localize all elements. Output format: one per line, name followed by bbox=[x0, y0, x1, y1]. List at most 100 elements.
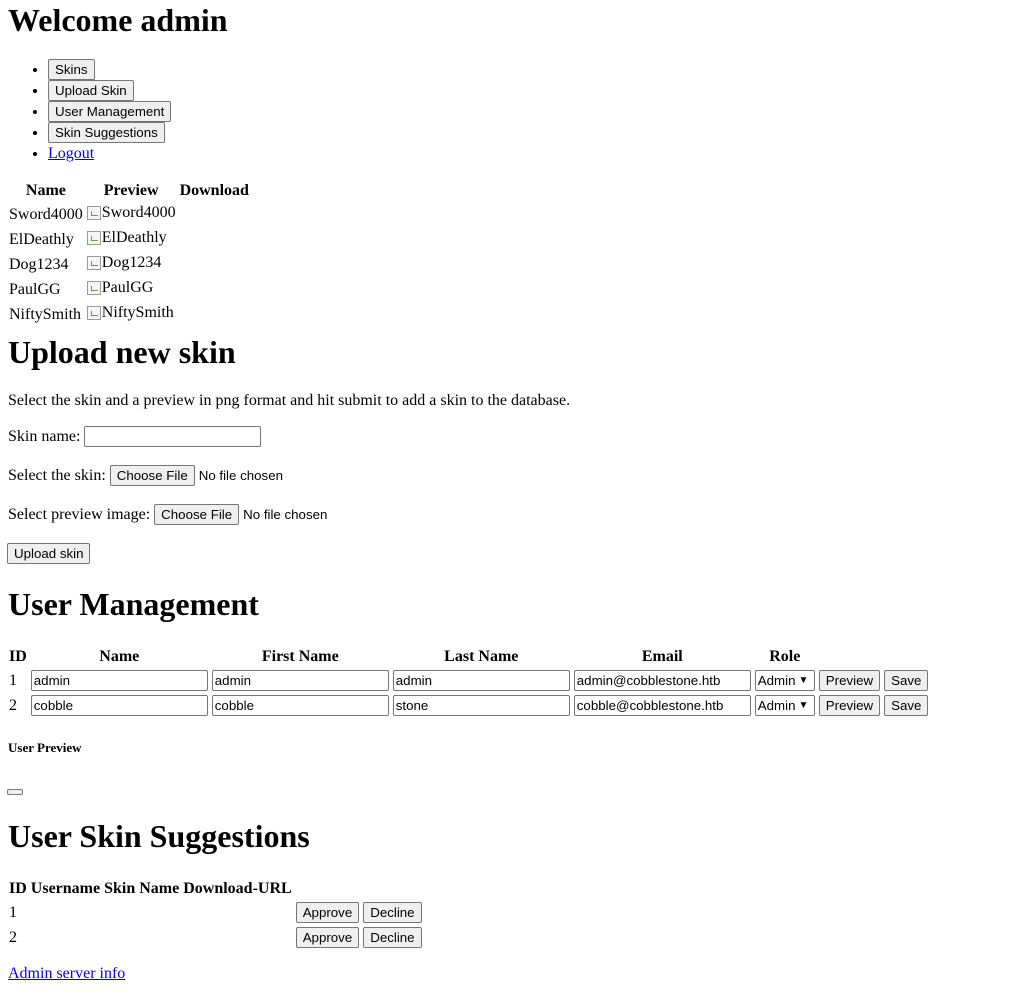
broken-image-icon bbox=[86, 306, 101, 320]
user-first-name-input[interactable] bbox=[211, 695, 389, 716]
skin-name: Sword4000 bbox=[9, 205, 83, 223]
col-name: Name bbox=[99, 648, 140, 665]
suggestions-header-row: ID Username Skin Name Download-URL bbox=[8, 879, 423, 899]
skin-name-row: Skin name: bbox=[8, 426, 262, 447]
skin-choose-file-button[interactable]: Choose File bbox=[109, 465, 195, 486]
table-row: ElDeathly ElDeathly bbox=[8, 228, 250, 251]
nav-item-suggestions: Skin Suggestions bbox=[48, 122, 171, 143]
upload-skin-submit-button[interactable]: Upload skin bbox=[7, 543, 91, 564]
skin-name-label: Skin name: bbox=[8, 427, 81, 445]
user-name-input[interactable] bbox=[30, 670, 208, 691]
skin-file-label: Select the skin: bbox=[8, 466, 106, 484]
col-skin-name: Skin Name bbox=[104, 880, 180, 897]
suggestion-id: 1 bbox=[9, 903, 17, 921]
skin-download bbox=[179, 253, 250, 276]
skin-name-input[interactable] bbox=[84, 426, 262, 447]
skins-table: Name Preview Download Sword4000 Sword400… bbox=[6, 179, 252, 328]
table-row: Sword4000 Sword4000 bbox=[8, 203, 250, 226]
logout-link[interactable]: Logout bbox=[48, 145, 94, 162]
upload-description: Select the skin and a preview in png for… bbox=[8, 392, 571, 409]
decline-button[interactable]: Decline bbox=[363, 927, 422, 948]
broken-image-icon bbox=[86, 231, 101, 245]
user-role-select[interactable]: Admin ▼ bbox=[754, 695, 815, 716]
decline-button[interactable]: Decline bbox=[363, 902, 422, 923]
chevron-down-icon: ▼ bbox=[798, 675, 809, 686]
approve-button[interactable]: Approve bbox=[295, 927, 360, 948]
col-username: Username bbox=[30, 880, 101, 897]
user-role-select[interactable]: Admin ▼ bbox=[754, 670, 815, 691]
col-email: Email bbox=[641, 648, 683, 665]
chevron-down-icon: ▼ bbox=[798, 700, 809, 711]
suggestions-title: User Skin Suggestions bbox=[8, 818, 310, 854]
preview-file-status: No file chosen bbox=[243, 507, 328, 522]
nav-item-users: User Management bbox=[48, 101, 172, 122]
table-row: PaulGG PaulGG bbox=[8, 278, 250, 301]
suggestion-id: 2 bbox=[9, 928, 17, 946]
skins-header-row: Name Preview Download bbox=[8, 181, 250, 201]
admin-server-info-link[interactable]: Admin server info bbox=[8, 965, 125, 983]
table-row: Dog1234 Dog1234 bbox=[8, 253, 250, 276]
skin-preview: PaulGG bbox=[86, 278, 177, 301]
skin-name: PaulGG bbox=[9, 280, 61, 298]
user-email-input[interactable] bbox=[573, 670, 751, 691]
col-name: Name bbox=[25, 182, 66, 199]
skin-suggestions-button[interactable]: Skin Suggestions bbox=[48, 122, 165, 143]
user-preview-title: User Preview bbox=[8, 740, 82, 755]
users-header-row: ID Name First Name Last Name Email Role bbox=[8, 647, 929, 667]
upload-skin-button[interactable]: Upload Skin bbox=[48, 80, 134, 101]
preview-file-row: Select preview image: Choose File No fil… bbox=[8, 504, 327, 525]
broken-image-icon bbox=[86, 206, 101, 220]
preview-file-label: Select preview image: bbox=[8, 505, 151, 523]
col-last-name: Last Name bbox=[444, 648, 519, 665]
user-management-button[interactable]: User Management bbox=[48, 101, 172, 122]
col-role: Role bbox=[769, 648, 801, 665]
user-id: 1 bbox=[9, 671, 17, 689]
col-download: Download bbox=[179, 182, 249, 199]
page-title: Welcome admin bbox=[8, 2, 228, 38]
user-save-button[interactable]: Save bbox=[884, 670, 929, 691]
table-row: 2 Admin▼ Preview Save bbox=[8, 694, 929, 717]
skin-preview: Sword4000 bbox=[86, 203, 177, 226]
skin-download bbox=[179, 228, 250, 251]
user-preview-button[interactable]: Preview bbox=[818, 670, 881, 691]
user-preview-empty-button[interactable] bbox=[7, 789, 23, 795]
user-last-name-input[interactable] bbox=[392, 670, 570, 691]
preview-choose-file-button[interactable]: Choose File bbox=[154, 504, 240, 525]
skin-name: Dog1234 bbox=[9, 255, 69, 273]
approve-button[interactable]: Approve bbox=[295, 902, 360, 923]
suggestions-table: ID Username Skin Name Download-URL 1 App… bbox=[6, 877, 425, 951]
skin-download bbox=[179, 303, 250, 326]
col-preview: Preview bbox=[103, 182, 159, 199]
skin-preview: NiftySmith bbox=[86, 303, 177, 326]
skin-name: ElDeathly bbox=[9, 230, 74, 248]
nav-item-logout: Logout bbox=[48, 143, 171, 164]
broken-image-icon bbox=[86, 256, 101, 270]
col-id: ID bbox=[9, 648, 27, 665]
nav-item-upload: Upload Skin bbox=[48, 80, 171, 101]
user-save-button[interactable]: Save bbox=[884, 695, 929, 716]
col-id: ID bbox=[9, 880, 27, 897]
user-id: 2 bbox=[9, 696, 17, 714]
skins-button[interactable]: Skins bbox=[48, 59, 95, 80]
main-nav: Skins Upload Skin User Management Skin S… bbox=[8, 59, 172, 164]
user-email-input[interactable] bbox=[573, 695, 751, 716]
nav-item-skins: Skins bbox=[48, 59, 171, 80]
skin-file-row: Select the skin: Choose File No file cho… bbox=[8, 465, 283, 486]
user-first-name-input[interactable] bbox=[211, 670, 389, 691]
broken-image-icon bbox=[86, 281, 101, 295]
skin-preview: Dog1234 bbox=[86, 253, 177, 276]
user-name-input[interactable] bbox=[30, 695, 208, 716]
skin-file-status: No file chosen bbox=[198, 468, 283, 483]
skin-name: NiftySmith bbox=[9, 305, 82, 323]
user-last-name-input[interactable] bbox=[392, 695, 570, 716]
table-row: 2 Approve Decline bbox=[8, 926, 423, 949]
col-first-name: First Name bbox=[261, 648, 339, 665]
user-management-title: User Management bbox=[8, 586, 259, 622]
skin-download bbox=[179, 203, 250, 226]
upload-section-title: Upload new skin bbox=[8, 334, 236, 370]
table-row: 1 Admin▼ Preview Save bbox=[8, 669, 929, 692]
table-row: NiftySmith NiftySmith bbox=[8, 303, 250, 326]
user-preview-button[interactable]: Preview bbox=[818, 695, 881, 716]
skin-download bbox=[179, 278, 250, 301]
users-table: ID Name First Name Last Name Email Role … bbox=[6, 645, 931, 719]
